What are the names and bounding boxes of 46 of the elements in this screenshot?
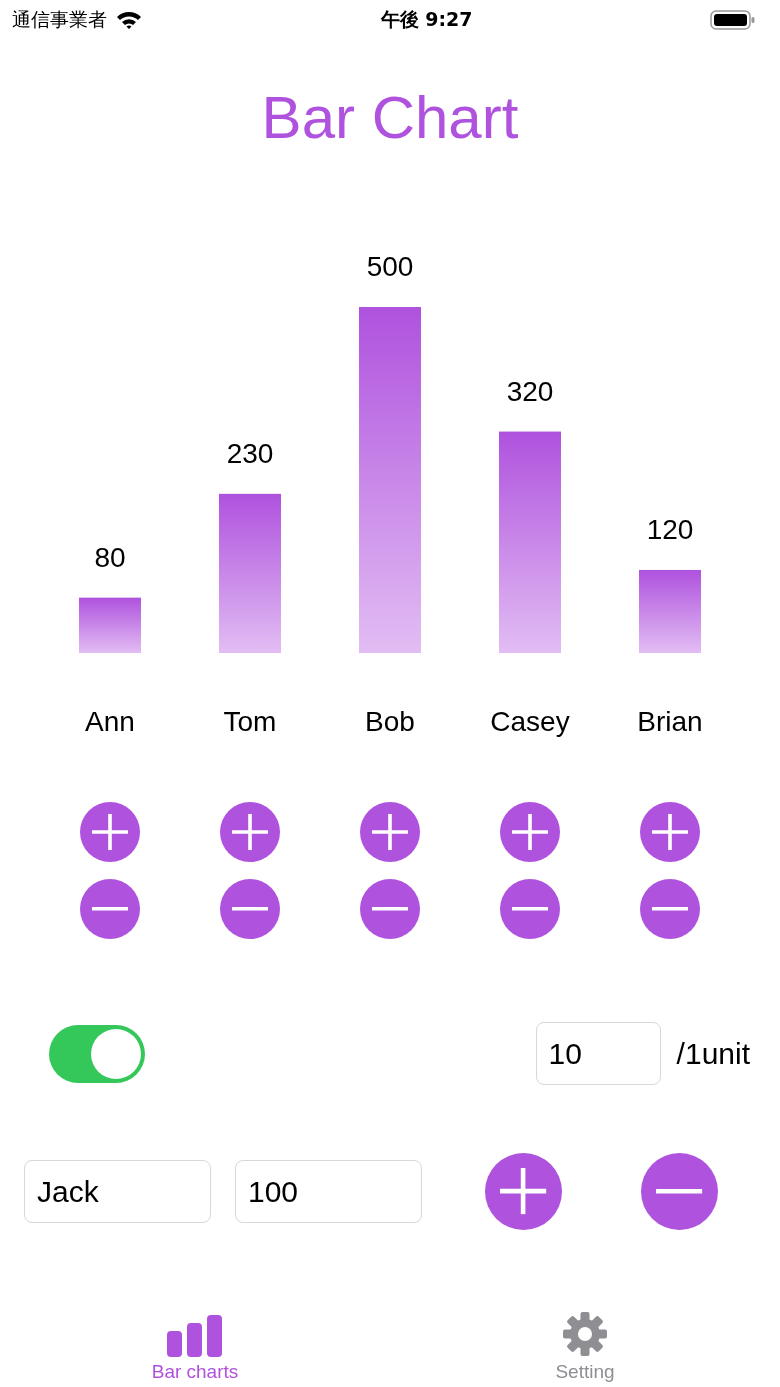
plus-button[interactable] xyxy=(360,802,420,862)
wifi-icon xyxy=(115,10,143,30)
value-input-field[interactable]: 100 xyxy=(235,1160,422,1223)
status-time: 午後 9:27 xyxy=(380,7,473,32)
category-label: Ann xyxy=(85,706,135,737)
plus-button[interactable] xyxy=(220,802,280,862)
category-label: Brian xyxy=(637,706,703,737)
plus-icon xyxy=(652,814,688,850)
value-label: 230 xyxy=(226,437,274,469)
battery-icon xyxy=(710,9,756,31)
carrier-label: 通信事業者 xyxy=(12,7,107,32)
plus-button[interactable] xyxy=(640,802,700,862)
plus-button[interactable] xyxy=(500,802,560,862)
page-title: Bar Chart xyxy=(261,83,519,153)
minus-button[interactable] xyxy=(80,879,140,939)
value-label: 80 xyxy=(94,541,126,573)
unit-input-field[interactable]: 10 xyxy=(535,1022,661,1085)
plus-icon xyxy=(512,814,548,850)
minus-icon xyxy=(656,1189,703,1194)
bar xyxy=(79,597,141,653)
bar-chart-icon xyxy=(167,1315,223,1357)
minus-icon xyxy=(372,907,408,911)
toggle-switch[interactable] xyxy=(49,1024,145,1083)
plus-icon xyxy=(92,814,128,850)
settings-icon xyxy=(562,1311,608,1357)
minus-button[interactable] xyxy=(640,879,700,939)
value-label: 320 xyxy=(506,375,554,407)
category-label: Casey xyxy=(490,706,570,737)
value-label: 500 xyxy=(366,251,414,282)
name-input-field[interactable]: Jack xyxy=(24,1160,211,1223)
plus-icon xyxy=(500,1168,547,1215)
category-label: Tom xyxy=(223,706,277,737)
tab-item[interactable]: Bar charts xyxy=(0,1295,390,1387)
minus-button[interactable] xyxy=(220,879,280,939)
minus-icon xyxy=(652,907,688,911)
plus-button[interactable] xyxy=(80,802,140,862)
minus-button[interactable] xyxy=(500,879,560,939)
category-label: Bob xyxy=(365,706,415,737)
plus-icon xyxy=(232,814,268,850)
minus-icon xyxy=(512,907,548,911)
minus-icon xyxy=(232,907,268,911)
value-label: 120 xyxy=(646,513,694,545)
unit-label: /1unit xyxy=(676,1036,750,1071)
minus-button[interactable] xyxy=(360,879,420,939)
plus-icon xyxy=(372,814,408,850)
minus-icon xyxy=(92,907,128,911)
